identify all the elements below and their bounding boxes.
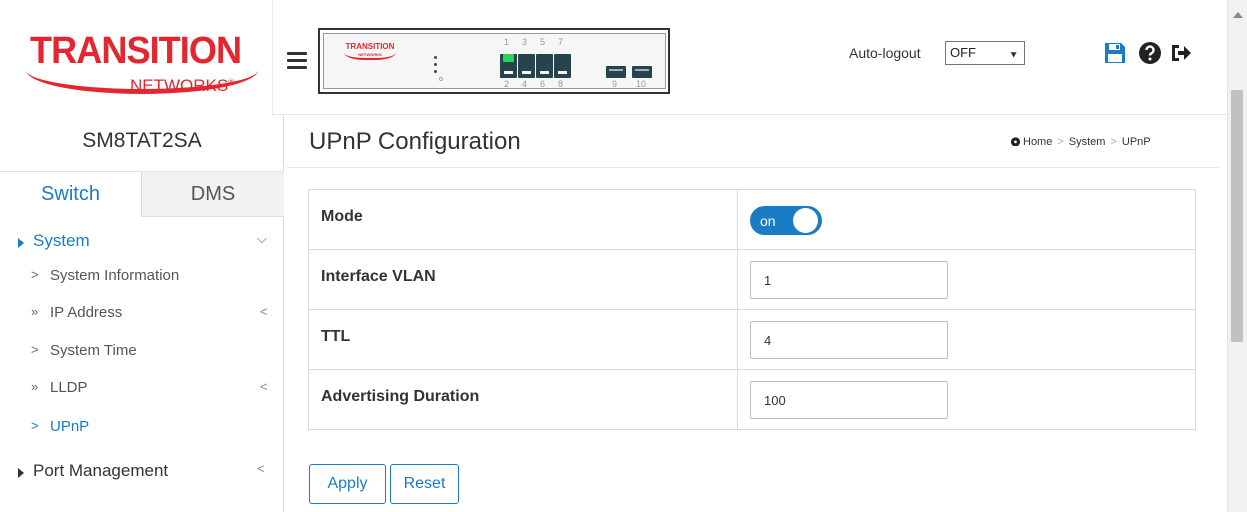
interface-vlan-label: Interface VLAN bbox=[321, 268, 436, 285]
mode-toggle[interactable]: on bbox=[750, 206, 822, 235]
port-3[interactable] bbox=[518, 54, 535, 78]
sidebar-item-upnp[interactable]: > UPnP bbox=[0, 415, 284, 439]
save-icon[interactable] bbox=[1102, 40, 1128, 66]
breadcrumb-home[interactable]: Home bbox=[1023, 136, 1052, 148]
page-title: UPnP Configuration bbox=[309, 128, 521, 155]
port-number: 1 bbox=[504, 37, 510, 47]
caret-right-icon bbox=[18, 468, 24, 478]
chevron-left-icon: < bbox=[260, 379, 268, 394]
advertising-duration-cell: 100 bbox=[737, 370, 1196, 429]
interface-vlan-input[interactable]: 1 bbox=[750, 261, 948, 299]
device-panel-image[interactable]: TRANSITION NETWORKS o 1 3 5 7 2 4 6 8 9 1… bbox=[318, 28, 670, 94]
config-row-advertising-duration: Advertising Duration 100 bbox=[309, 370, 1195, 429]
ttl-input[interactable]: 4 bbox=[750, 321, 948, 359]
mode-value-cell: on bbox=[737, 190, 1196, 249]
port-number: 4 bbox=[522, 79, 528, 89]
port-5[interactable] bbox=[536, 54, 553, 78]
sidebar-item-label: System Time bbox=[50, 342, 137, 359]
sidebar-item-ip-address[interactable]: » IP Address < bbox=[0, 301, 284, 325]
config-row-ttl: TTL 4 bbox=[309, 310, 1195, 370]
sidebar-item-label: LLDP bbox=[50, 379, 88, 396]
auto-logout-select[interactable]: OFF ⯆ bbox=[945, 41, 1025, 65]
port-number: 10 bbox=[636, 79, 647, 89]
logo-subtext: NETWORKS® bbox=[130, 76, 235, 95]
dashboard-icon bbox=[1010, 137, 1021, 146]
sidebar-group-system[interactable]: System ⌵ bbox=[0, 227, 284, 257]
chevron-right-icon: > bbox=[31, 267, 39, 282]
logo-text: TRANSITION bbox=[30, 30, 242, 72]
tab-switch[interactable]: Switch bbox=[0, 172, 142, 217]
help-icon[interactable] bbox=[1137, 40, 1163, 66]
page-scrollbar[interactable] bbox=[1227, 0, 1247, 512]
port-number: 2 bbox=[504, 79, 510, 89]
tab-dms[interactable]: DMS bbox=[142, 172, 284, 217]
chevron-down-icon: ⯆ bbox=[1009, 50, 1018, 62]
device-logo: TRANSITION NETWORKS bbox=[344, 42, 396, 60]
double-chevron-right-icon: » bbox=[31, 379, 39, 394]
auto-logout-label: Auto-logout bbox=[849, 45, 921, 61]
reset-hole: o bbox=[439, 76, 443, 83]
sidebar-item-system-time[interactable]: > System Time bbox=[0, 339, 284, 363]
caret-right-icon bbox=[18, 238, 24, 248]
ttl-cell: 4 bbox=[737, 310, 1196, 369]
sidebar-group-label: System bbox=[33, 231, 90, 250]
chevron-left-icon: < bbox=[260, 304, 268, 319]
double-chevron-right-icon: » bbox=[31, 304, 39, 319]
divider bbox=[287, 167, 1219, 168]
mode-label: Mode bbox=[321, 208, 363, 225]
brand-logo[interactable]: TRANSITION NETWORKS® bbox=[0, 0, 273, 115]
device-name: SM8TAT2SA bbox=[82, 129, 202, 152]
scroll-thumb[interactable] bbox=[1231, 90, 1243, 342]
sfp-port-9[interactable] bbox=[606, 66, 626, 78]
interface-vlan-cell: 1 bbox=[737, 250, 1196, 309]
chevron-left-icon: < bbox=[257, 461, 265, 476]
breadcrumb-upnp: UPnP bbox=[1121, 136, 1151, 148]
sidebar-item-label: UPnP bbox=[50, 418, 90, 435]
chevron-right-icon: > bbox=[31, 342, 39, 357]
apply-button[interactable]: Apply bbox=[309, 464, 386, 504]
advertising-duration-input[interactable]: 100 bbox=[750, 381, 948, 419]
led-indicators bbox=[434, 56, 438, 80]
config-row-mode: Mode on bbox=[309, 190, 1195, 250]
logout-icon[interactable] bbox=[1168, 40, 1194, 66]
auto-logout-value: OFF bbox=[950, 45, 976, 60]
port-1[interactable] bbox=[500, 54, 517, 78]
config-row-interface-vlan: Interface VLAN 1 bbox=[309, 250, 1195, 310]
sfp-port-10[interactable] bbox=[632, 66, 652, 78]
sidebar-item-label: IP Address bbox=[50, 304, 123, 321]
chevron-right-icon: > bbox=[31, 418, 39, 433]
port-7[interactable] bbox=[554, 54, 571, 78]
port-number: 3 bbox=[522, 37, 528, 47]
sidebar-item-lldp[interactable]: » LLDP < bbox=[0, 376, 284, 400]
upnp-config-table: Mode on Interface VLAN 1 TTL 4 Advertisi… bbox=[308, 189, 1196, 430]
port-number: 7 bbox=[558, 37, 564, 47]
port-number: 8 bbox=[558, 79, 564, 89]
port-number: 5 bbox=[540, 37, 546, 47]
sidebar-item-label: System Information bbox=[50, 267, 180, 284]
advertising-duration-label: Advertising Duration bbox=[321, 388, 480, 405]
sidebar-group-port-management[interactable]: Port Management < bbox=[0, 457, 284, 487]
menu-icon[interactable] bbox=[287, 52, 307, 70]
breadcrumb: Home > System > UPnP bbox=[1010, 136, 1151, 148]
sidebar: SM8TAT2SA Switch DMS System ⌵ > System I… bbox=[0, 115, 284, 512]
top-header: TRANSITION NETWORKS® TRANSITION NETWORKS … bbox=[0, 0, 1247, 115]
toggle-knob bbox=[793, 208, 818, 233]
toggle-state: on bbox=[760, 213, 776, 229]
sidebar-item-system-information[interactable]: > System Information bbox=[0, 264, 284, 288]
port-number: 9 bbox=[612, 79, 618, 89]
ttl-label: TTL bbox=[321, 328, 351, 345]
device-faceplate: TRANSITION NETWORKS o 1 3 5 7 2 4 6 8 9 1… bbox=[323, 33, 666, 89]
chevron-down-icon: ⌵ bbox=[257, 231, 267, 246]
port-number: 6 bbox=[540, 79, 546, 89]
breadcrumb-system[interactable]: System bbox=[1069, 136, 1106, 148]
sidebar-group-label: Port Management bbox=[33, 461, 169, 480]
scroll-up-arrow-icon[interactable] bbox=[1233, 12, 1243, 18]
reset-button[interactable]: Reset bbox=[390, 464, 459, 504]
